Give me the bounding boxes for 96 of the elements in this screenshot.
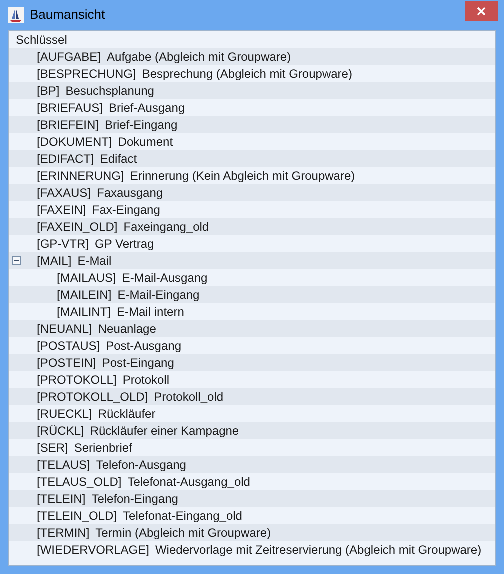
item-key: [NEUANL] [37,320,92,338]
tree-item[interactable]: [POSTEIN] Post-Eingang [9,354,495,371]
tree-root[interactable]: Schlüssel [9,31,495,48]
item-label: Edifact [99,150,138,168]
item-key: [DOKUMENT] [37,132,112,150]
item-label: Rückläufer [97,406,156,422]
item-label: Dokument [117,134,174,150]
item-label: Faxeingang_old [122,218,210,236]
item-label: Brief-Eingang [104,116,178,134]
tree-item[interactable]: [BRIEFEIN] Brief-Eingang [9,116,495,133]
item-label: E-Mail [76,252,112,270]
item-label: Post-Ausgang [105,338,182,354]
tree-item[interactable]: [NEUANL] Neuanlage [9,320,495,337]
item-key: [MAIL] [37,252,72,270]
item-label: Protokoll [122,372,170,388]
item-key: [POSTAUS] [37,336,100,354]
item-key: [TERMIN] [37,524,90,542]
tree-item[interactable]: [DOKUMENT] Dokument [9,133,495,150]
tree-item[interactable]: [PROTOKOLL] Protokoll [9,371,495,388]
tree-item[interactable]: [MAILEIN] E-Mail-Eingang [9,286,495,303]
tree-item[interactable]: [PROTOKOLL_OLD] Protokoll_old [9,388,495,405]
tree-item[interactable]: [BP] Besuchsplanung [9,82,495,99]
item-label: Rückläufer einer Kampagne [89,422,240,440]
item-key: [WIEDERVORLAGE] [37,540,150,558]
tree-item[interactable]: [TERMIN] Termin (Abgleich mit Groupware) [9,524,495,541]
item-label: Telefonat-Ausgang_old [126,474,250,490]
item-key: [FAXEIN] [37,200,86,218]
tree-item[interactable]: [RÜCKL] Rückläufer einer Kampagne [9,422,495,439]
window-title: Baumansicht [30,6,106,24]
tree-item[interactable]: [ERINNERUNG] Erinnerung (Kein Abgleich mit Groupware) [9,167,495,184]
tree-item[interactable]: [WIEDERVORLAGE] Wiedervorlage mit Zeitreservierung (Abgleich mit Groupware) [9,541,495,558]
item-key: [RUECKL] [37,404,92,422]
item-key: [BRIEFEIN] [37,116,100,134]
item-label: Wiedervorlage mit Zeitreservierung (Abgleich mit Groupware) [154,542,482,558]
item-key: [POSTEIN] [37,354,96,372]
tree-item[interactable]: [SER] Serienbrief [9,439,495,456]
item-label: Telefonat-Eingang_old [122,508,242,524]
item-key: [BP] [37,82,60,100]
item-key: [TELAUS] [37,456,90,474]
item-key: [SER] [37,438,68,456]
item-label: Post-Eingang [101,354,174,372]
item-label: Serienbrief [73,440,132,456]
item-key: [RÜCKL] [37,422,84,440]
item-label: Besprechung (Abgleich mit Groupware) [141,66,352,82]
item-label: Erinnerung (Kein Abgleich mit Groupware) [129,168,356,184]
collapse-icon[interactable] [12,256,21,265]
item-label: E-Mail intern [116,304,184,320]
sailboat-icon [8,7,24,23]
item-key: [FAXEIN_OLD] [37,218,118,236]
item-label: GP Vertrag [94,236,154,252]
item-label: Termin (Abgleich mit Groupware) [94,524,272,542]
tree-item[interactable]: [TELAUS] Telefon-Ausgang [9,456,495,473]
item-key: [FAXAUS] [37,184,92,202]
close-button[interactable] [465,1,498,21]
tree-item[interactable]: [POSTAUS] Post-Ausgang [9,337,495,354]
tree-item[interactable]: [AUFGABE] Aufgabe (Abgleich mit Groupware) [9,48,495,65]
item-label: Aufgabe (Abgleich mit Groupware) [106,48,292,66]
item-label: E-Mail-Eingang [116,286,200,304]
item-key: [MAILEIN] [57,286,112,304]
item-key: [GP-VTR] [37,234,90,252]
item-label: Faxausgang [96,184,164,202]
tree-item[interactable]: [EDIFACT] Edifact [9,150,495,167]
tree-item[interactable]: [TELAUS_OLD] Telefonat-Ausgang_old [9,473,495,490]
item-label: Brief-Ausgang [108,100,186,116]
tree-item[interactable]: [BESPRECHUNG] Besprechung (Abgleich mit Groupware) [9,65,495,82]
item-key: [BRIEFAUS] [37,98,104,116]
item-label: Neuanlage [97,320,156,338]
item-key: [BESPRECHUNG] [37,64,136,82]
tree-item[interactable]: [MAIL] E-Mail [9,252,495,269]
item-key: [TELEIN] [37,490,86,508]
tree-item[interactable]: [TELEIN] Telefon-Eingang [9,490,495,507]
item-key: [EDIFACT] [37,150,94,168]
item-label: Besuchsplanung [64,82,154,100]
tree-item[interactable]: [FAXEIN_OLD] Faxeingang_old [9,218,495,235]
tree-item[interactable]: [MAILAUS] E-Mail-Ausgang [9,269,495,286]
tree-item[interactable]: [GP-VTR] GP Vertrag [9,235,495,252]
item-key: [TELEIN_OLD] [37,506,118,524]
close-icon [477,6,486,16]
item-key: [MAILINT] [57,302,112,320]
item-key: [PROTOKOLL_OLD] [37,388,148,406]
item-key: [AUFGABE] [37,48,102,66]
item-key: [PROTOKOLL] [37,370,117,388]
item-key: [ERINNERUNG] [37,166,124,184]
item-key: [MAILAUS] [57,268,116,286]
item-label: E-Mail-Ausgang [121,270,208,286]
item-label: Telefon-Eingang [90,490,178,508]
tree-item[interactable]: [FAXAUS] Faxausgang [9,184,495,201]
item-label: Protokoll_old [153,388,224,406]
tree-item[interactable]: [RUECKL] Rückläufer [9,405,495,422]
item-label: Fax-Eingang [91,202,160,218]
tree-item[interactable]: [FAXEIN] Fax-Eingang [9,201,495,218]
tree-item[interactable]: [BRIEFAUS] Brief-Ausgang [9,99,495,116]
item-key: [TELAUS_OLD] [37,472,122,490]
item-label: Telefon-Ausgang [95,456,186,474]
tree-item[interactable]: [MAILINT] E-Mail intern [9,303,495,320]
tree-item[interactable]: [TELEIN_OLD] Telefonat-Eingang_old [9,507,495,524]
